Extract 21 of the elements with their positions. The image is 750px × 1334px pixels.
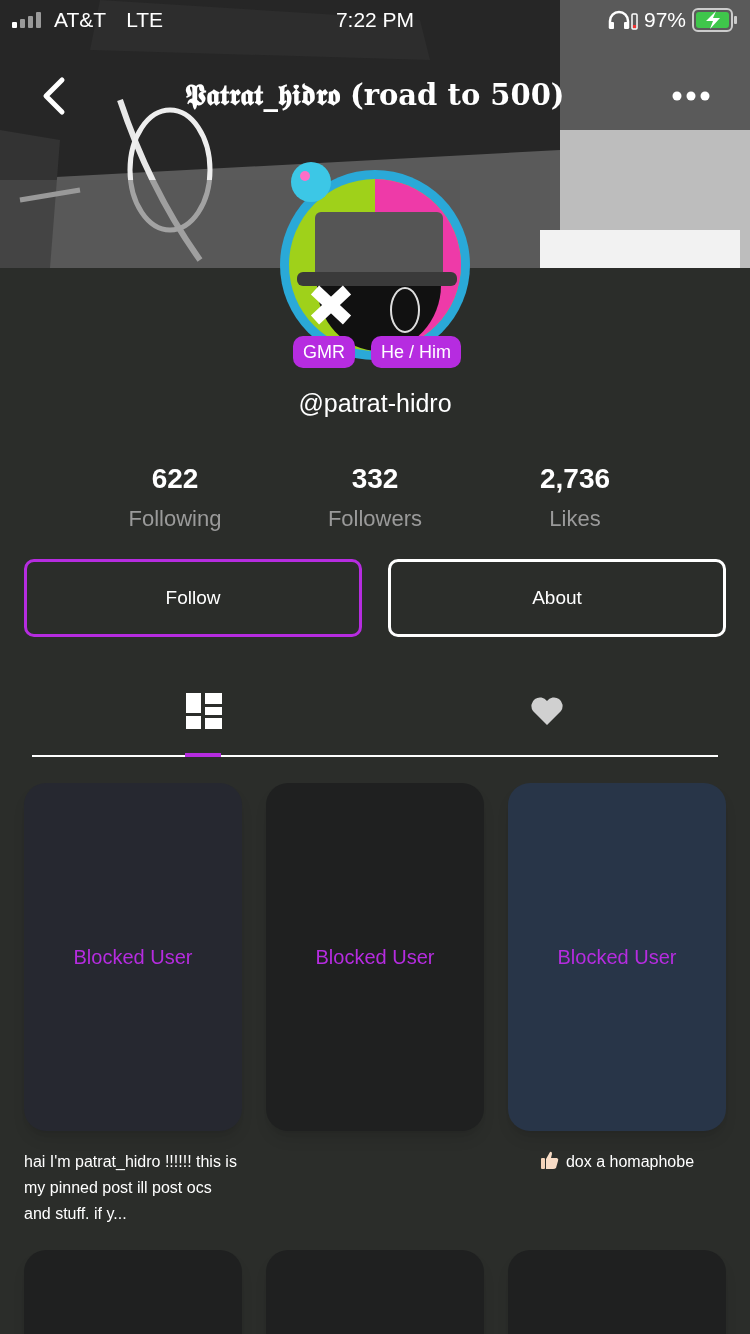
stat-label: Likes — [549, 505, 601, 533]
about-button[interactable]: About — [388, 559, 726, 637]
follow-button[interactable]: Follow — [24, 559, 362, 637]
stat-value: 332 — [351, 462, 399, 496]
heart-icon — [529, 696, 564, 726]
post-card[interactable]: Blocked User — [24, 783, 242, 1131]
grid-icon — [185, 693, 222, 729]
post-card[interactable]: Blocked User — [266, 783, 484, 1131]
blocked-label: Blocked User — [315, 945, 435, 970]
post-caption: hai I'm patrat_hidro !!!!!! this is my pinned post ill post ocs and stuff. if y... — [24, 1152, 238, 1224]
stat-value: 622 — [151, 462, 199, 496]
blocked-label: Blocked User — [73, 945, 193, 970]
badge-label: He / Him — [371, 336, 461, 368]
stat-value: 2,736 — [539, 462, 611, 496]
blocked-label: Blocked User — [557, 945, 677, 970]
username-text: @patrat-hidro — [298, 388, 452, 419]
stat-label: Followers — [327, 505, 423, 533]
stat-label: Following — [128, 505, 222, 533]
post-caption: dox a homaphobe — [565, 1152, 695, 1172]
badge-label: GMR — [293, 336, 355, 368]
post-card[interactable]: Blocked User — [508, 783, 726, 1131]
